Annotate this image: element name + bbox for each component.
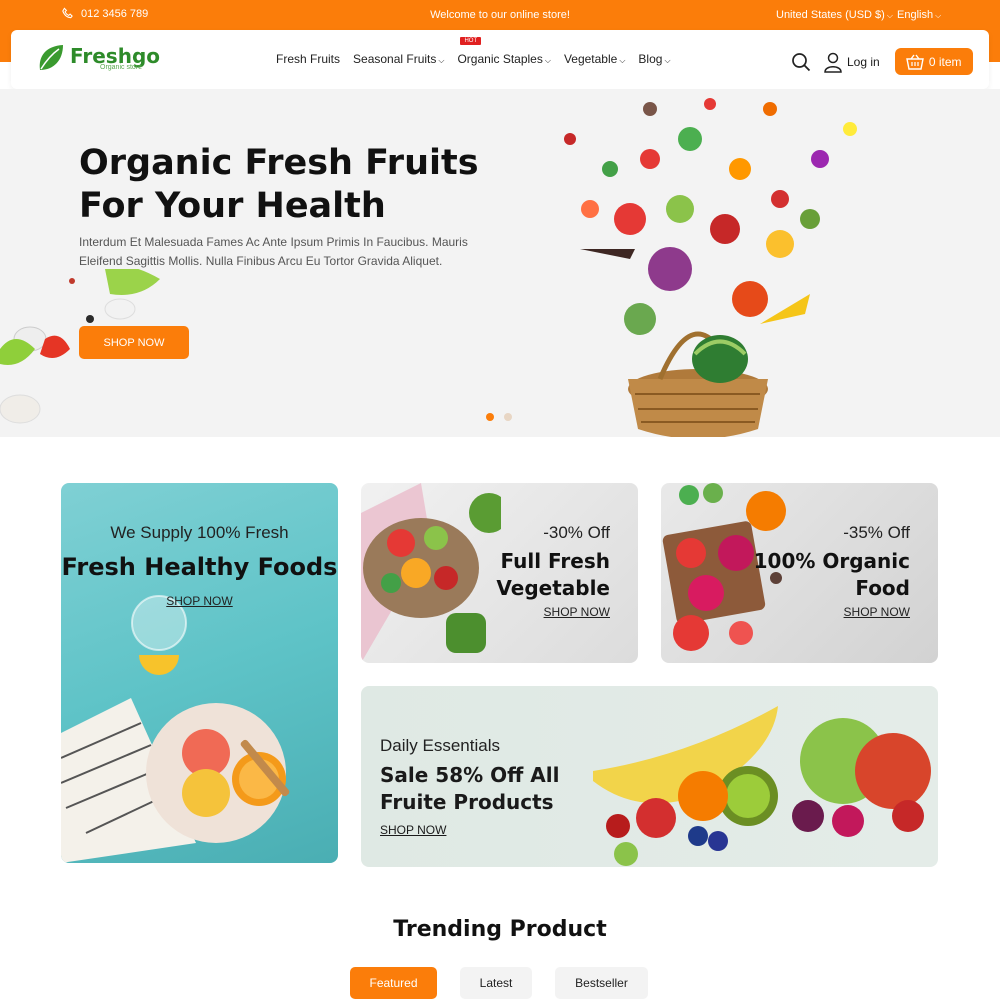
search-icon[interactable] (791, 52, 811, 72)
banner-title: Sale 58% Off All Fruite Products (380, 763, 560, 814)
nav-organic-staples[interactable]: HOT Organic Staples ⌵ (457, 37, 551, 66)
header-actions: Log in 0 item (791, 48, 973, 75)
tab-latest[interactable]: Latest (460, 967, 532, 999)
chevron-down-icon: ⌵ (886, 11, 893, 20)
banner-subtitle: Daily Essentials (380, 736, 500, 755)
hero-slider: Organic Fresh Fruits For Your Health Inte… (0, 89, 1000, 437)
banner-shop-now-link[interactable]: SHOP NOW (496, 605, 610, 619)
slider-dot-1[interactable] (486, 413, 494, 421)
promo-banner-daily-essentials[interactable]: Daily Essentials Sale 58% Off All Fruite … (361, 686, 938, 867)
slider-dots (486, 413, 512, 421)
banner-subtitle: We Supply 100% Fresh (110, 523, 289, 542)
logo[interactable]: Freshgo Organic store (36, 42, 160, 74)
main-nav: Fresh Fruits Seasonal Fruits ⌵ HOT Organic… (276, 37, 684, 66)
cart-count: 0 item (928, 54, 962, 69)
hero-shop-now-button[interactable]: SHOP NOW (79, 326, 189, 359)
section-title-trending: Trending Product (393, 917, 607, 942)
banner-shop-now-link[interactable]: SHOP NOW (754, 605, 910, 619)
nav-seasonal-fruits[interactable]: Seasonal Fruits ⌵ (353, 52, 444, 66)
nav-fresh-fruits[interactable]: Fresh Fruits (276, 52, 340, 66)
vegetable-bowl-image (361, 483, 501, 663)
leaf-icon (39, 45, 63, 70)
basket-icon (906, 54, 924, 70)
chevron-down-icon: ⌵ (664, 56, 671, 65)
tab-bestseller[interactable]: Bestseller (555, 967, 648, 999)
logo-text: Freshgo (70, 43, 161, 68)
currency-selector[interactable]: United States (USD $) ⌵ (776, 9, 893, 21)
banner-shop-now-link[interactable]: SHOP NOW (61, 594, 338, 608)
chevron-down-icon: ⌵ (438, 56, 445, 65)
banner-text: -35% Off 100% Organic Food SHOP NOW (754, 483, 910, 619)
vegetable-basket-image (564, 98, 857, 437)
discount-label: -35% Off (843, 523, 910, 542)
nav-blog[interactable]: Blog ⌵ (638, 52, 670, 66)
banner-title: 100% Organic Food (753, 549, 910, 600)
login-link[interactable]: Log in (823, 51, 880, 73)
language-selector[interactable]: English ⌵ (897, 9, 941, 21)
banner-title: Fresh Healthy Foods (61, 553, 338, 581)
banner-shop-now-link[interactable]: SHOP NOW (380, 823, 446, 837)
promo-banner-vegetable[interactable]: -30% Off Full Fresh Vegetable SHOP NOW (361, 483, 638, 663)
tab-featured[interactable]: Featured (350, 967, 437, 999)
promo-banner-organic-food[interactable]: -35% Off 100% Organic Food SHOP NOW (661, 483, 938, 663)
product-tabs: Featured Latest Bestseller (350, 967, 648, 999)
nav-vegetable[interactable]: Vegetable ⌵ (564, 52, 625, 66)
promo-banner-fresh-foods[interactable]: We Supply 100% Fresh Fresh Healthy Foods… (61, 483, 338, 863)
user-icon (824, 52, 842, 73)
cart-button[interactable]: 0 item (894, 48, 973, 75)
banner-text: -30% Off Full Fresh Vegetable SHOP NOW (496, 483, 610, 619)
slider-dot-2[interactable] (504, 413, 512, 421)
chevron-down-icon: ⌵ (935, 11, 942, 20)
discount-label: -30% Off (543, 523, 610, 542)
banner-title: Full Fresh Vegetable (496, 549, 610, 600)
hero-description: Interdum Et Malesuada Fames Ac Ante Ipsu… (79, 235, 468, 268)
chevron-down-icon: ⌵ (544, 56, 551, 65)
mixed-fruits-image (593, 706, 931, 866)
hot-badge: HOT (460, 37, 482, 45)
main-header: Freshgo Organic store Fresh Fruits Seaso… (11, 30, 989, 89)
login-label: Log in (847, 54, 880, 69)
chevron-down-icon: ⌵ (619, 56, 626, 65)
top-bar: 012 3456 789 Welcome to our online store… (0, 0, 1000, 30)
